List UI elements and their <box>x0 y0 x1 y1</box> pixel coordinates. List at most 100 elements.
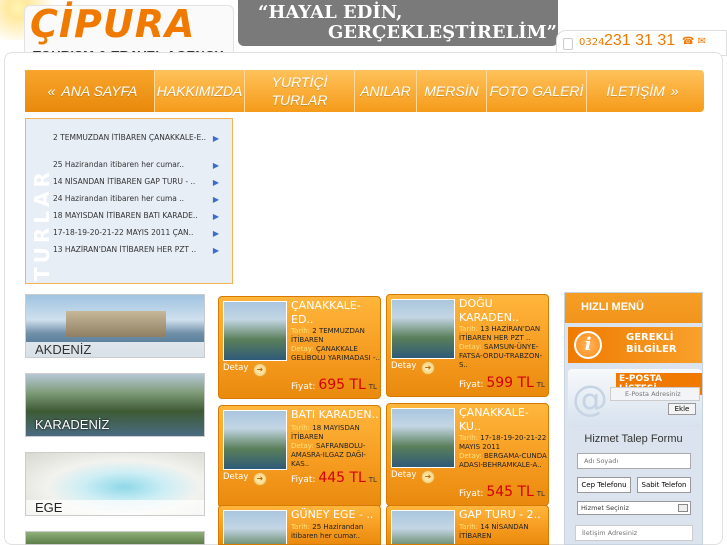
tour-item[interactable]: 13 HAZİRAN'DAN İTİBAREN HER PZT .. ▶ <box>53 245 233 262</box>
detay-link[interactable]: Detay <box>223 363 248 373</box>
slogan-line-2: GERÇEKLEŞTİRELİM” <box>328 22 557 43</box>
nav-label: İLETİŞİM <box>606 83 665 99</box>
landline-phone-button[interactable]: Sabit Telefon <box>637 477 691 493</box>
tour-item-text: 2 TEMMUZDAN İTİBAREN ÇANAKKALE-E.. <box>53 133 206 142</box>
nav-item-hakkimizda[interactable]: HAKKIMIZDA <box>155 70 245 112</box>
nav-item-iletisim[interactable]: İLETİŞİM » <box>587 70 704 112</box>
tour-card-info: Tarih: 2 TEMMUZDAN İTİBAREN Detay: ÇANAKK… <box>291 327 380 362</box>
detay-link[interactable]: Detay <box>391 361 416 371</box>
nav-right-arrow-icon: » <box>670 83 679 99</box>
tour-item[interactable]: 17-18-19-20-21-22 MAYIS 2011 ÇAN.. ▶ <box>53 228 233 245</box>
arrow-right-icon: ▶ <box>212 195 219 204</box>
tour-price: Fiyat: 599 TL TL <box>459 375 545 391</box>
tour-item-text: 13 HAZİRAN'DAN İTİBAREN HER PZT .. <box>53 245 197 254</box>
tour-thumbnail[interactable] <box>391 408 455 468</box>
tour-price: Fiyat: 695 TL TL <box>291 377 377 393</box>
tour-card-title[interactable]: ÇANAKKALE-KU.. <box>459 406 547 434</box>
tours-vertical-label: TURLAR <box>30 168 54 281</box>
tour-thumbnail[interactable] <box>223 510 287 544</box>
tour-card-title[interactable]: GÜNEY EGE - .. <box>291 508 379 522</box>
tour-item[interactable]: 18 MAYISDAN İTİBAREN BATI KARADE.. ▶ <box>53 211 233 228</box>
tour-item-text: 25 Hazirandan itibaren her cumar.. <box>53 160 185 169</box>
tour-card-title[interactable]: BATI KARADEN.. <box>291 408 379 422</box>
phone-device-icon <box>563 38 573 50</box>
nav-item-anilar[interactable]: ANILAR <box>355 70 417 112</box>
address-field[interactable] <box>575 525 693 541</box>
chevron-down-icon <box>678 504 688 512</box>
tour-card-title[interactable]: GAP TURU - 2.. <box>459 508 547 522</box>
tour-item[interactable]: 25 Hazirandan itibaren her cumar.. ▶ <box>53 160 233 177</box>
tour-card-title[interactable]: DOĞU KARADEN.. <box>459 297 547 325</box>
detay-arrow-icon[interactable]: ➜ <box>253 363 267 377</box>
phone-number: 231 31 31 <box>604 32 676 49</box>
logo-text[interactable]: ÇİPURA <box>30 2 195 46</box>
nav-item-mersin[interactable]: MERSİN <box>417 70 487 112</box>
detay-link[interactable]: Detay <box>223 472 248 482</box>
region-label: KARADENİZ <box>35 417 110 432</box>
detay-arrow-icon[interactable]: ➜ <box>421 470 435 484</box>
nav-left-arrow-icon: « <box>47 83 56 99</box>
tour-card: GAP TURU - 2.. Tarih: 14 NİSANDAN İTİBAR… <box>386 505 549 545</box>
tour-card-info: Tarih: 14 NİSANDAN İTİBAREN <box>459 523 529 540</box>
nav-item-foto-galeri[interactable]: FOTO GALERİ <box>487 70 587 112</box>
info-icon: i <box>574 331 602 359</box>
name-field[interactable] <box>577 453 691 469</box>
tour-item-text: 18 MAYISDAN İTİBAREN BATI KARADE.. <box>53 211 198 220</box>
service-select[interactable]: Hizmet Seçiniz <box>577 501 691 515</box>
mobile-phone-button[interactable]: Cep Telefonu <box>577 477 631 493</box>
tour-item[interactable]: 24 Hazirandan itibaren her cuma .. ▶ <box>53 194 233 211</box>
contact-icons[interactable]: ☎ ✉ <box>682 36 706 47</box>
tour-card-info: Tarih: 13 HAZİRAN'DAN İTİBAREN HER PZT .… <box>459 325 543 369</box>
tour-thumbnail[interactable] <box>391 510 455 544</box>
email-field[interactable] <box>610 387 700 401</box>
tour-card-title[interactable]: ÇANAKKALE-ED.. <box>291 299 379 327</box>
tour-item[interactable]: 2 TEMMUZDAN İTİBAREN ÇANAKKALE-E.. ▶ <box>53 133 233 160</box>
region-karadeniz[interactable]: KARADENİZ <box>25 373 205 437</box>
tour-card: ÇANAKKALE-ED.. Tarih: 2 TEMMUZDAN İTİBAR… <box>218 296 381 399</box>
tour-card-info: Tarih: 18 MAYISDAN İTİBAREN Detay: SAFRAN… <box>291 424 366 468</box>
tour-thumbnail[interactable] <box>391 299 455 359</box>
service-form-title: Hizmet Talep Formu <box>584 433 683 445</box>
mailing-list-box: @ E-POSTA LİSTESİ Ekle <box>568 369 702 427</box>
detay-arrow-icon[interactable]: ➜ <box>421 361 435 375</box>
region-image <box>26 532 204 544</box>
tour-thumbnail[interactable] <box>223 410 287 470</box>
arrow-right-icon: ▶ <box>212 178 219 187</box>
detay-arrow-icon[interactable]: ➜ <box>253 472 267 486</box>
nav-label: HAKKIMIZDA <box>156 83 243 99</box>
region-akdeniz[interactable]: AKDENİZ <box>25 294 205 358</box>
tour-price: Fiyat: 545 TL TL <box>459 484 545 500</box>
castle-shape <box>66 311 166 337</box>
phone-prefix: 0324 <box>579 37 605 48</box>
arrow-right-icon: ▶ <box>212 246 219 255</box>
required-info-banner[interactable]: i GEREKLİ BİLGİLER <box>568 327 702 363</box>
add-email-button[interactable]: Ekle <box>668 403 696 415</box>
nav-item-yurtici-turlar[interactable]: YURTİÇİ TURLAR <box>245 70 355 112</box>
nav-item-ana-sayfa[interactable]: « ANA SAYFA <box>25 70 155 112</box>
region-ege[interactable]: EGE <box>25 452 205 516</box>
tour-card: ÇANAKKALE-KU.. Tarih: 17-18-19-20-21-22 … <box>386 403 549 506</box>
tour-item-text: 17-18-19-20-21-22 MAYIS 2011 ÇAN.. <box>53 228 194 237</box>
arrow-right-icon: ▶ <box>212 212 219 221</box>
arrow-right-icon: ▶ <box>212 134 219 143</box>
region-next[interactable] <box>25 531 205 545</box>
tour-card: DOĞU KARADEN.. Tarih: 13 HAZİRAN'DAN İTİ… <box>386 294 549 397</box>
tours-box: TURLAR 2 TEMMUZDAN İTİBAREN ÇANAKKALE-E.… <box>25 118 233 284</box>
region-label: EGE <box>26 500 204 515</box>
quick-menu-title: HIZLI MENÜ <box>565 293 702 323</box>
tour-price: Fiyat: 445 TL TL <box>291 470 377 486</box>
tour-item-text: 24 Hazirandan itibaren her cuma .. <box>53 194 185 203</box>
tour-item-text: 14 NİSANDAN İTİBAREN GAP TURU - .. <box>53 177 196 186</box>
quick-menu: HIZLI MENÜ i GEREKLİBİLGİLER @ E-POSTA L… <box>564 292 703 545</box>
detay-link[interactable]: Detay <box>391 470 416 480</box>
tour-card-info: Tarih: 17-18-19-20-21-22 MAYIS 2011 Detay… <box>459 434 547 469</box>
main-nav: « ANA SAYFA HAKKIMIZDA YURTİÇİ TURLAR AN… <box>25 70 704 112</box>
tour-card: GÜNEY EGE - .. Tarih: 25 Hazirandan itib… <box>218 505 381 545</box>
nav-label: ANA SAYFA <box>61 83 138 99</box>
tour-item[interactable]: 14 NİSANDAN İTİBAREN GAP TURU - .. ▶ <box>53 177 233 194</box>
region-label: AKDENİZ <box>26 342 204 357</box>
tour-thumbnail[interactable] <box>223 301 287 361</box>
arrow-right-icon: ▶ <box>212 229 219 238</box>
nav-label: MERSİN <box>424 83 479 99</box>
at-sign-icon: @ <box>572 379 608 420</box>
